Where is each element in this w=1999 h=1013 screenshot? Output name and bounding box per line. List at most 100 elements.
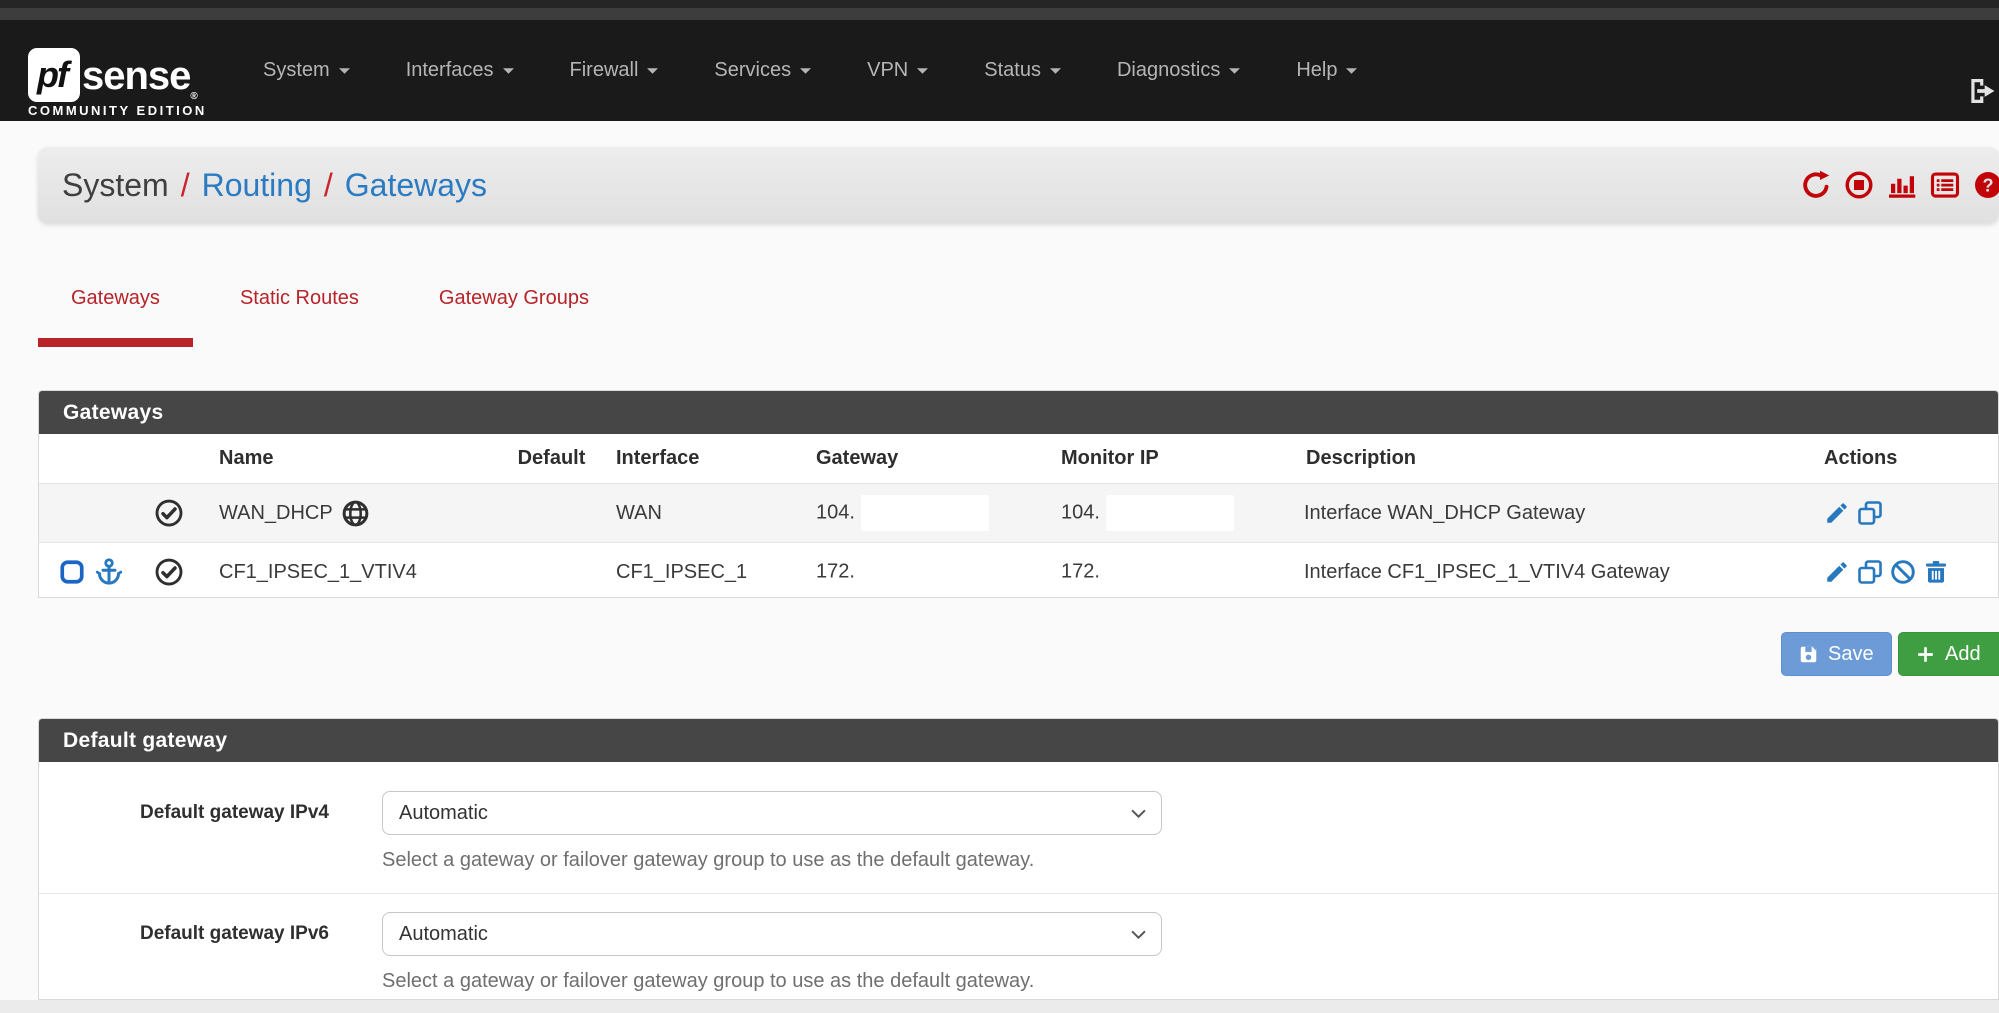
routing-tabs: Gateways Static Routes Gateway Groups (38, 280, 622, 347)
menu-item-help[interactable]: Help (1268, 59, 1385, 82)
delete-trash-icon[interactable] (1923, 559, 1949, 585)
redaction-box (861, 554, 989, 590)
add-button[interactable]: Add (1898, 632, 1999, 676)
chevron-down-icon (1131, 809, 1146, 818)
save-button[interactable]: Save (1781, 632, 1892, 676)
redaction-box (1106, 554, 1234, 590)
col-gateway: Gateway (804, 447, 1049, 470)
save-button-label: Save (1828, 643, 1874, 666)
tab-gateways[interactable]: Gateways (38, 280, 193, 347)
pfsense-gateways-page: pf sense® COMMUNITY EDITION System Inter… (0, 0, 1999, 1013)
gateway-address-cell: 172. (804, 554, 1049, 590)
gateway-actions-cell (1814, 500, 1998, 526)
caret-down-icon (647, 68, 658, 74)
menu-item-system[interactable]: System (235, 59, 378, 82)
col-description: Description (1294, 447, 1814, 470)
menu-item-vpn[interactable]: VPN (839, 59, 956, 82)
caret-down-icon (339, 68, 350, 74)
gateway-row-wan-dhcp: WAN_DHCP WAN 104. 104. Interface WAN_DHC… (39, 483, 1998, 542)
copy-icon[interactable] (1857, 500, 1883, 526)
disable-ban-icon[interactable] (1890, 559, 1916, 585)
window-title-strip (0, 8, 1999, 20)
caret-down-icon (1229, 68, 1240, 74)
sign-out-icon[interactable] (1966, 75, 1998, 107)
redaction-box (861, 495, 989, 531)
window-top-edge (0, 0, 1999, 8)
refresh-icon[interactable] (1801, 170, 1831, 200)
selected-value: Automatic (399, 923, 488, 946)
copy-icon[interactable] (1857, 559, 1883, 585)
pfsense-logo[interactable]: pf sense® COMMUNITY EDITION (28, 46, 238, 120)
anchor-icon[interactable] (94, 557, 124, 587)
col-interface: Interface (604, 447, 804, 470)
caret-down-icon (917, 68, 928, 74)
gateway-row-cf1-ipsec: CF1_IPSEC_1_VTIV4 CF1_IPSEC_1 172. 172. … (39, 542, 1998, 601)
menu-item-status[interactable]: Status (956, 59, 1089, 82)
gateway-monitor-cell: 104. (1049, 495, 1294, 531)
logo-edition-text: COMMUNITY EDITION (28, 103, 238, 118)
gateway-name-cell: WAN_DHCP (209, 499, 499, 528)
bar-chart-icon[interactable] (1887, 170, 1917, 200)
svg-text:?: ? (1982, 175, 1993, 195)
gateway-address-cell: 104. (804, 495, 1049, 531)
menu-item-services[interactable]: Services (686, 59, 839, 82)
default-gateway-ipv4-select[interactable]: Automatic (382, 791, 1162, 835)
breadcrumb-link-gateways[interactable]: Gateways (345, 167, 487, 204)
stop-circle-icon[interactable] (1844, 170, 1874, 200)
row-status-cell (129, 498, 209, 528)
log-list-icon[interactable] (1930, 170, 1960, 200)
col-name: Name (209, 447, 499, 470)
logo-sense-text: sense® (82, 50, 197, 102)
tab-static-routes[interactable]: Static Routes (207, 280, 392, 338)
edit-pencil-icon[interactable] (1824, 500, 1850, 526)
breadcrumb-bar: System / Routing / Gateways (38, 147, 1999, 223)
gateway-interface-cell: CF1_IPSEC_1 (604, 561, 804, 584)
gateway-monitor-cell: 172. (1049, 554, 1294, 590)
menu-item-firewall[interactable]: Firewall (542, 59, 687, 82)
registered-mark: ® (190, 91, 196, 102)
logo-pf-text: pf (37, 54, 67, 96)
default-gateway-ipv6-label: Default gateway IPv6 (39, 912, 341, 956)
check-circle-icon (154, 557, 184, 587)
default-gateway-ipv6-help: Select a gateway or failover gateway gro… (382, 967, 1162, 995)
tab-gateway-groups[interactable]: Gateway Groups (406, 280, 622, 338)
row-select-cell (39, 557, 129, 587)
caret-down-icon (800, 68, 811, 74)
chevron-down-icon (1131, 930, 1146, 939)
edit-pencil-icon[interactable] (1824, 559, 1850, 585)
plus-icon (1916, 645, 1935, 664)
menu-item-interfaces[interactable]: Interfaces (378, 59, 542, 82)
page-action-icons: ? (1801, 147, 1999, 223)
form-control: Automatic Select a gateway or failover g… (382, 912, 1162, 995)
menu-item-diagnostics[interactable]: Diagnostics (1089, 59, 1268, 82)
gateways-panel: Gateways Name Default Interface Gateway … (38, 390, 1999, 598)
gateway-name: CF1_IPSEC_1_VTIV4 (219, 561, 417, 584)
default-gateway-ipv4-label: Default gateway IPv4 (39, 791, 341, 835)
default-gateway-panel: Default gateway Default gateway IPv4 Aut… (38, 718, 1999, 1000)
selected-value: Automatic (399, 802, 488, 825)
help-circle-icon[interactable]: ? (1973, 170, 1999, 200)
breadcrumb-link-routing[interactable]: Routing (202, 167, 312, 204)
default-gateway-ipv6-select[interactable]: Automatic (382, 912, 1162, 956)
breadcrumb-section: System (62, 167, 169, 204)
globe-icon (341, 499, 370, 528)
col-actions: Actions (1814, 447, 1998, 470)
form-row-default-gateway-ipv4: Default gateway IPv4 Automatic Select a … (39, 762, 1998, 893)
default-gateway-ipv4-help: Select a gateway or failover gateway gro… (382, 846, 1162, 874)
form-row-default-gateway-ipv6: Default gateway IPv6 Automatic Select a … (39, 893, 1998, 1002)
save-floppy-icon (1799, 645, 1818, 664)
add-button-label: Add (1945, 643, 1981, 666)
gateways-panel-title: Gateways (39, 391, 1998, 434)
row-status-cell (129, 557, 209, 587)
breadcrumb-separator: / (324, 167, 333, 204)
form-control: Automatic Select a gateway or failover g… (382, 791, 1162, 874)
gateway-description-cell: Interface WAN_DHCP Gateway (1294, 502, 1814, 525)
gateway-actions-cell (1814, 559, 1998, 585)
checkbox-icon[interactable] (59, 559, 85, 585)
caret-down-icon (503, 68, 514, 74)
breadcrumb-separator: / (181, 167, 190, 204)
caret-down-icon (1346, 68, 1357, 74)
gateway-name: WAN_DHCP (219, 502, 333, 525)
default-gateway-panel-title: Default gateway (39, 719, 1998, 762)
gateway-description-cell: Interface CF1_IPSEC_1_VTIV4 Gateway (1294, 561, 1814, 584)
